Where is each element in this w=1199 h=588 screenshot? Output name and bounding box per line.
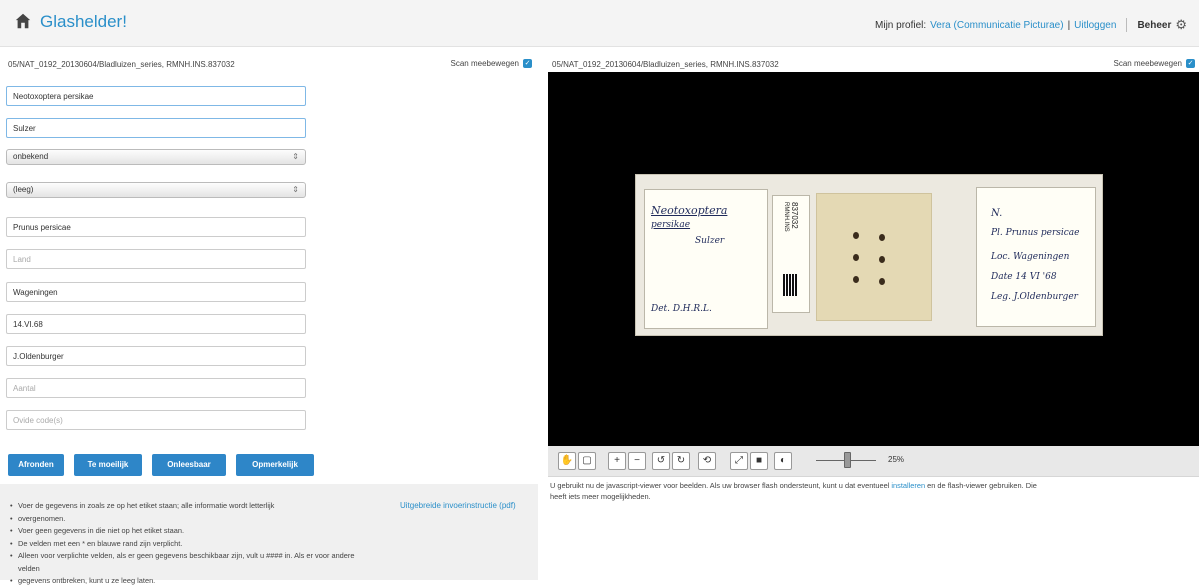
label-taxon: Neotoxoptera (651, 204, 728, 217)
registration-prefix: RMNH.INS (783, 202, 789, 232)
home-icon[interactable] (14, 12, 32, 30)
too-difficult-button[interactable]: Te moeilijk (74, 454, 142, 476)
fit-icon[interactable]: ⤢ (730, 452, 748, 470)
scan-sync-checkbox-right[interactable]: ✓ (1186, 59, 1195, 68)
zoom-out-icon[interactable]: − (628, 452, 646, 470)
country-field[interactable] (6, 249, 306, 269)
specimen-slide: Neotoxoptera persikae Sulzer Det. D.H.R.… (635, 174, 1103, 336)
label-locality: Loc. Wageningen (991, 252, 1070, 262)
instruction-item: De velden met een * en blauwe rand zijn … (10, 538, 370, 551)
nav-separator: | (1067, 19, 1071, 31)
sex-select-value: (leeg) (13, 185, 34, 194)
sex-select[interactable]: (leeg) ⇕ (6, 182, 306, 198)
specimen (853, 232, 859, 239)
instruction-item: overgenomen. (10, 513, 370, 526)
profile-label: Mijn profiel: (875, 19, 927, 31)
instructions-pdf-link[interactable]: Uitgebreide invoerinstructie (pdf) (400, 501, 516, 510)
illegible-button[interactable]: Onleesbaar (152, 454, 226, 476)
instruction-item: Voer de gegevens in zoals ze op het etik… (10, 500, 370, 513)
gear-icon[interactable]: ⚙ (1175, 17, 1187, 33)
cover-slip (816, 193, 932, 321)
taxon-name-field[interactable] (6, 86, 306, 106)
logout-link[interactable]: Uitloggen (1074, 20, 1116, 31)
specimen (853, 276, 859, 283)
app-header: Glashelder! Mijn profiel: Vera (Communic… (0, 0, 1199, 47)
collection-label: N. Pl. Prunus persicae Loc. Wageningen D… (976, 187, 1096, 327)
profile-link[interactable]: Vera (Communicatie Picturae) (930, 20, 1063, 31)
select-arrows-icon: ⇕ (292, 152, 299, 161)
fullscreen-icon[interactable]: ■ (750, 452, 768, 470)
label-plant: Pl. Prunus persicae (991, 228, 1080, 238)
scan-sync-toggle[interactable]: Scan meebewegen ✓ (450, 59, 532, 68)
record-path: 05/NAT_0192_20130604/Bladluizen_series, … (8, 60, 235, 69)
left-panel-bar: 05/NAT_0192_20130604/Bladluizen_series, … (0, 56, 538, 72)
viewer-toolbar: ✋ ▢ + − ↺ ↻ ⟲ ⤢ ■ ◐ 25% (548, 446, 1199, 477)
date-field[interactable] (6, 314, 306, 334)
viewer-note-text-3: heeft iets meer mogelijkheden. (550, 492, 651, 501)
hand-icon[interactable]: ✋ (558, 452, 576, 470)
select-icon[interactable]: ▢ (578, 452, 596, 470)
divider (1126, 18, 1128, 32)
specimen (853, 254, 859, 261)
type-select[interactable]: onbekend ⇕ (6, 149, 306, 165)
plant-field[interactable] (6, 217, 306, 237)
reset-icon[interactable]: ⟲ (698, 452, 716, 470)
specimen (879, 256, 885, 263)
datamatrix-code (783, 274, 797, 296)
scan-sync-toggle-right[interactable]: Scan meebewegen ✓ (1113, 59, 1195, 68)
rotate-left-icon[interactable]: ↺ (652, 452, 670, 470)
viewer-note: U gebruikt nu de javascript-viewer voor … (550, 480, 1190, 502)
specimen (879, 278, 885, 285)
contrast-icon[interactable]: ◐ (774, 452, 792, 470)
scan-sync-label-right: Scan meebewegen (1113, 59, 1183, 68)
location-field[interactable] (6, 282, 306, 302)
label-date: Date 14 VI '68 (991, 272, 1057, 282)
app-title[interactable]: Glashelder! (40, 12, 127, 32)
count-field[interactable] (6, 378, 306, 398)
label-species: persikae (651, 220, 691, 230)
label-collector: Leg. J.Oldenburger (991, 292, 1078, 302)
select-arrows-icon: ⇕ (292, 185, 299, 194)
zoom-in-icon[interactable]: + (608, 452, 626, 470)
scan-sync-checkbox[interactable]: ✓ (523, 59, 532, 68)
instruction-item: gegevens ontbreken, kunt u ze leeg laten… (10, 575, 370, 588)
zoom-level: 25% (888, 455, 905, 464)
label-n: N. (991, 208, 1003, 219)
user-nav: Mijn profiel: Vera (Communicatie Pictura… (875, 17, 1187, 33)
admin-link[interactable]: Beheer (1137, 20, 1171, 31)
type-select-value: onbekend (13, 152, 49, 161)
other-codes-field[interactable] (6, 410, 306, 430)
finish-button[interactable]: Afronden (8, 454, 64, 476)
collector-field[interactable] (6, 346, 306, 366)
right-panel-bar: 05/NAT_0192_20130604/Bladluizen_series, … (548, 56, 1199, 72)
specimen (879, 234, 885, 241)
instruction-item: Alleen voor verplichte velden, als er ge… (10, 550, 370, 575)
instructions-list: Voer de gegevens in zoals ze op het etik… (10, 500, 370, 588)
author-field[interactable] (6, 118, 306, 138)
label-author: Sulzer (695, 236, 725, 246)
zoom-slider-thumb[interactable] (844, 452, 851, 468)
remark-button[interactable]: Opmerkelijk (236, 454, 314, 476)
rotate-right-icon[interactable]: ↻ (672, 452, 690, 470)
determination-label: Neotoxoptera persikae Sulzer Det. D.H.R.… (644, 189, 768, 329)
label-determiner: Det. D.H.R.L. (651, 304, 712, 314)
install-flash-link[interactable]: installeren (891, 481, 925, 490)
registration-number: 837032 (790, 202, 799, 229)
registration-label: 837032 RMNH.INS (772, 195, 810, 313)
image-path: 05/NAT_0192_20130604/Bladluizen_series, … (552, 60, 779, 69)
viewer-note-text-2: en de flash-viewer gebruiken. Die (927, 481, 1037, 490)
viewer-note-text: U gebruikt nu de javascript-viewer voor … (550, 481, 890, 490)
scan-sync-label: Scan meebewegen (450, 59, 520, 68)
instruction-item: Voer geen gegevens in die niet op het et… (10, 525, 370, 538)
instructions-panel: Voer de gegevens in zoals ze op het etik… (0, 484, 538, 587)
image-viewer[interactable]: Neotoxoptera persikae Sulzer Det. D.H.R.… (548, 72, 1199, 446)
